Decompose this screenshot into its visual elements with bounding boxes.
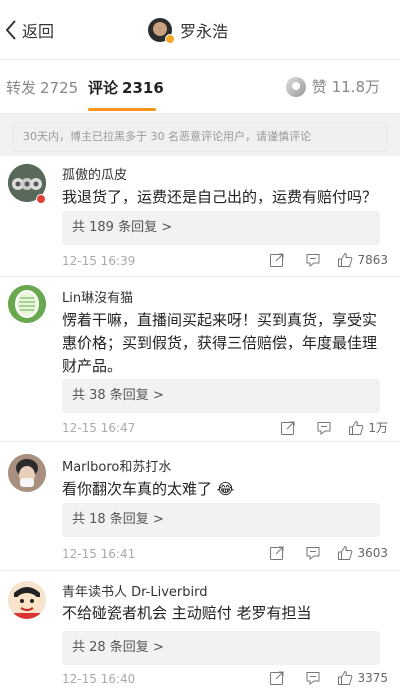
like-count: 3603 xyxy=(357,546,388,560)
tab-likes-count: 11.8万 xyxy=(331,78,380,96)
comment-item: Marlboro和苏打水 看你翻次车真的太难了 😂 共 18 条回复 > 12-… xyxy=(0,442,400,570)
verified-badge-icon xyxy=(165,34,175,44)
tab-comments[interactable]: 评论 2316 xyxy=(88,77,164,98)
like-count: 1万 xyxy=(368,421,388,435)
thumbs-up-icon xyxy=(338,545,353,560)
profile-title[interactable]: 罗永浩 xyxy=(148,16,228,44)
thumbs-up-icon xyxy=(338,670,353,685)
like-button[interactable]: 7863 xyxy=(337,252,388,268)
comment-author[interactable]: Lin琳沒有猫 xyxy=(62,287,133,306)
share-icon[interactable] xyxy=(269,545,285,561)
like-button[interactable]: 3375 xyxy=(337,670,388,686)
comment-date: 12-15 16:39 xyxy=(62,254,136,268)
like-avatar-icon xyxy=(285,76,306,97)
comment-actions: 1万 xyxy=(260,419,388,436)
page-title: 罗永浩 xyxy=(180,22,229,41)
share-icon[interactable] xyxy=(269,252,285,268)
comment-text: 不给碰瓷者机会 主动赔付 老罗有担当 xyxy=(62,604,312,622)
comment-author[interactable]: Marlboro和苏打水 xyxy=(62,456,171,475)
comment-item: 孤傲的瓜皮 我退货了，运费还是自己出的，运费有赔付吗？ 共 189 条回复 > … xyxy=(0,156,400,276)
tab-comments-label: 评论 xyxy=(88,79,119,97)
thumbs-up-icon xyxy=(349,420,364,435)
replies-link[interactable]: 共 28 条回复 > xyxy=(62,631,380,665)
like-button[interactable]: 1万 xyxy=(348,419,388,436)
replies-link[interactable]: 共 18 条回复 > xyxy=(62,503,380,537)
comment-date: 12-15 16:41 xyxy=(62,547,136,561)
comment-icon[interactable] xyxy=(316,420,332,436)
comment-item: Lin琳沒有猫 愣着干嘛，直播间买起来呀！买到真货，享受实惠价格；买到假货，获得… xyxy=(0,277,400,441)
comment-actions: 7863 xyxy=(249,252,388,268)
comment-text: 我退货了，运费还是自己出的，运费有赔付吗？ xyxy=(62,188,378,206)
comment-author[interactable]: 孤傲的瓜皮 xyxy=(62,164,127,183)
comment-author[interactable]: 青年读书人 Dr-Liverbird xyxy=(62,581,207,600)
tab-comments-count: 2316 xyxy=(122,79,164,97)
share-icon[interactable] xyxy=(269,670,285,686)
comment-text: 愣着干嘛，直播间买起来呀！买到真货，享受实惠价格；买到假货，获得三倍赔偿，年度最… xyxy=(62,311,378,375)
comment-actions: 3375 xyxy=(249,670,388,686)
replies-link[interactable]: 共 189 条回复 > xyxy=(62,211,380,245)
like-button[interactable]: 3603 xyxy=(337,545,388,561)
back-label: 返回 xyxy=(22,22,55,41)
tab-reposts-count: 2725 xyxy=(40,79,79,97)
comment-date: 12-15 16:47 xyxy=(62,421,136,435)
share-icon[interactable] xyxy=(280,420,296,436)
thumbs-up-icon xyxy=(338,252,353,267)
comment-icon[interactable] xyxy=(305,670,321,686)
avatar xyxy=(148,18,175,44)
tab-reposts-label: 转发 xyxy=(6,79,37,97)
tab-likes-label: 赞 xyxy=(311,78,327,96)
nav-header: 返回 罗永浩 xyxy=(0,0,400,60)
vip-badge-icon xyxy=(36,194,46,204)
comment-item: 青年读书人 Dr-Liverbird 不给碰瓷者机会 主动赔付 老罗有担当 共 … xyxy=(0,571,400,692)
like-count: 7863 xyxy=(357,253,388,267)
active-tab-indicator xyxy=(88,108,156,111)
back-button[interactable]: 返回 xyxy=(4,17,54,43)
comment-text: 看你翻次车真的太难了 😂 xyxy=(62,480,235,498)
comment-icon[interactable] xyxy=(305,545,321,561)
comment-icon[interactable] xyxy=(305,252,321,268)
like-count: 3375 xyxy=(357,671,388,685)
chevron-left-icon xyxy=(5,20,16,40)
comment-date: 12-15 16:40 xyxy=(62,672,136,686)
avatar[interactable] xyxy=(8,285,46,323)
replies-link[interactable]: 共 38 条回复 > xyxy=(62,379,380,413)
avatar[interactable] xyxy=(8,581,46,619)
tab-reposts[interactable]: 转发 2725 xyxy=(6,77,78,98)
tab-bar: 转发 2725 评论 2316 赞 11.8万 xyxy=(0,60,400,114)
avatar[interactable] xyxy=(8,454,46,492)
comment-notice: 30天内，博主已拉黑多于 30 名恶意评论用户，请谨慎评论 xyxy=(12,122,388,152)
comment-actions: 3603 xyxy=(249,545,388,561)
tab-likes[interactable]: 赞 11.8万 xyxy=(285,76,380,97)
